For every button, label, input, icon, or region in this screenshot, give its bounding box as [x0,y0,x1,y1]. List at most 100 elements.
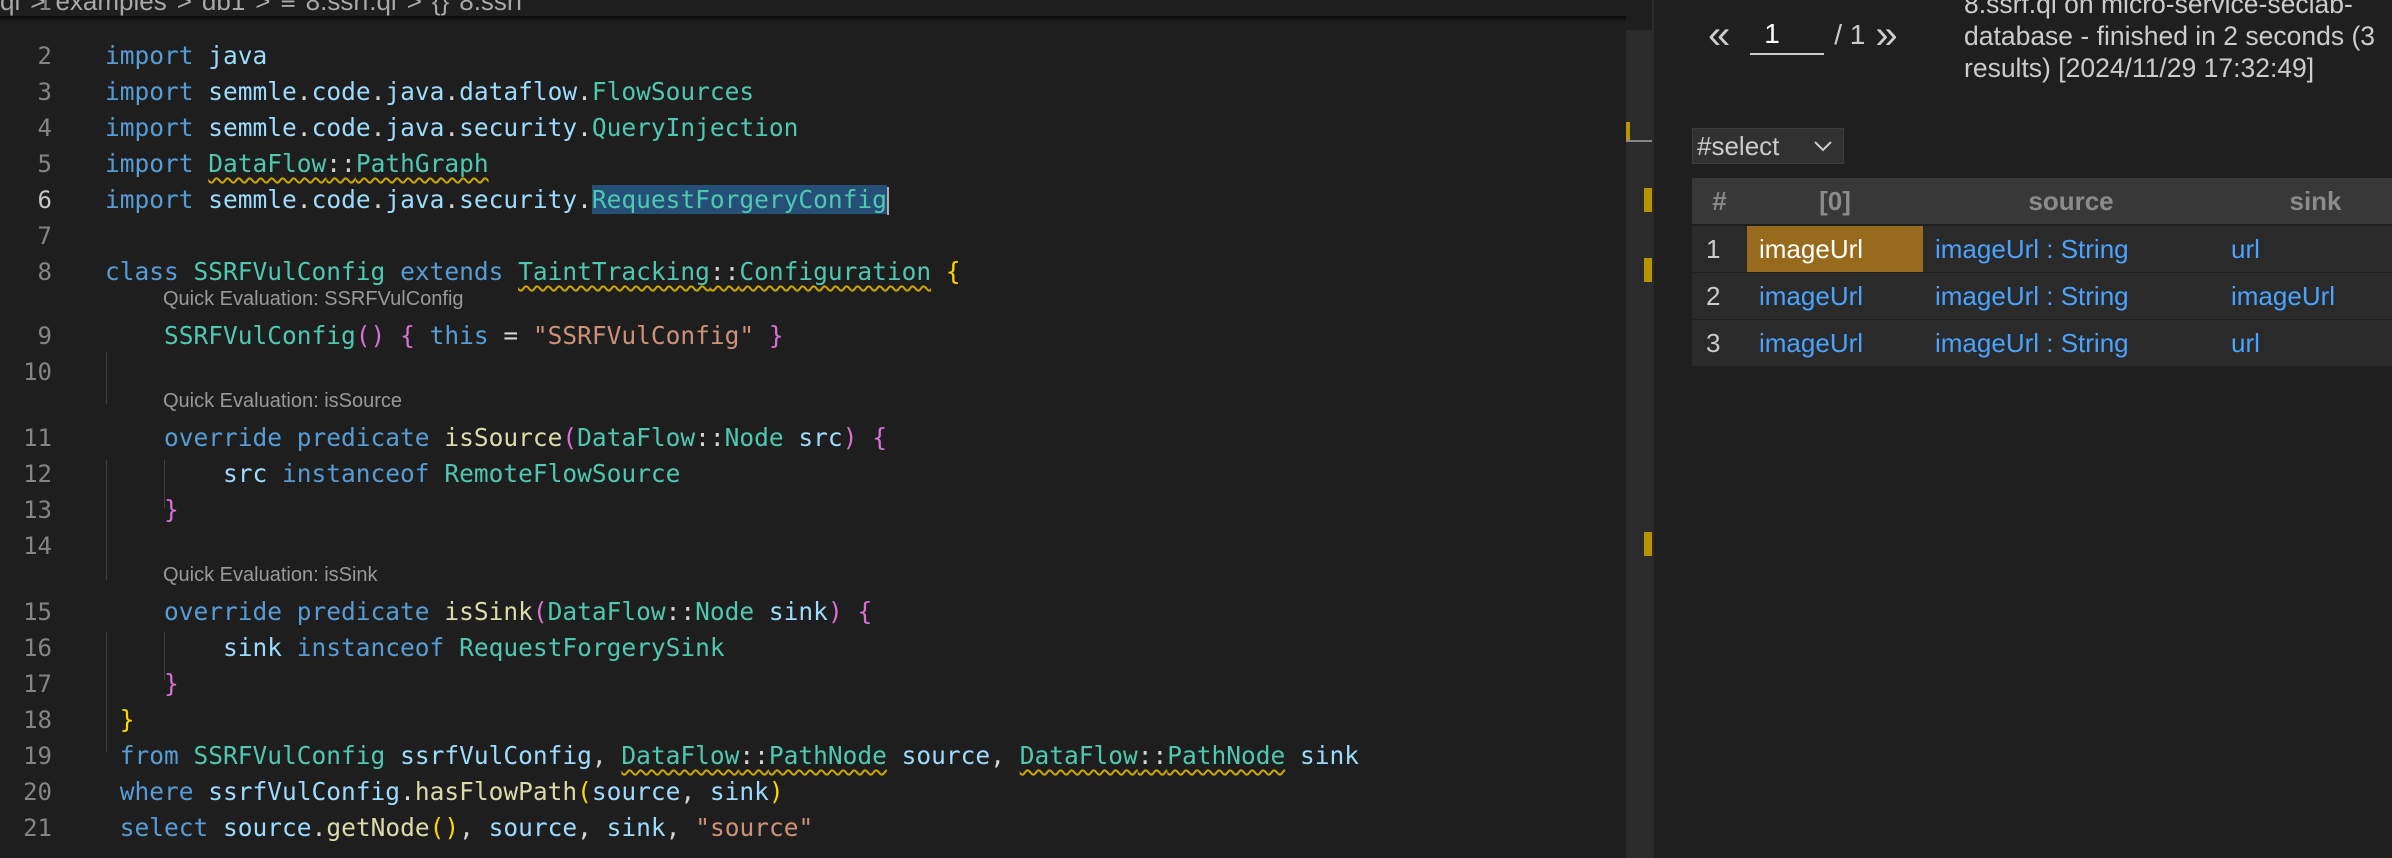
next-page-button[interactable]: » [1875,8,1897,62]
line-number: 2 [37,42,52,70]
code-token: . [370,113,386,142]
code-token: ( [562,423,578,452]
result-link-sink[interactable]: url [2219,225,2392,273]
breadcrumb-item[interactable]: {} [432,0,449,16]
table-row[interactable]: 3 imageUrl imageUrl : String url [1692,319,2392,367]
code-token: , [591,741,622,770]
query-results-panel: « / 1 » 8.ssrf.ql on micro-service-secla… [1654,0,2392,858]
code-token: "source" [695,813,814,842]
column-header-0[interactable]: [0] [1747,178,1923,226]
breadcrumb-item[interactable]: > [255,0,270,16]
code-token: . [444,185,460,214]
result-link-source[interactable]: imageUrl : String [1923,225,2219,273]
result-set-select[interactable]: #select [1692,128,1844,164]
code-token: . [400,777,415,806]
result-link-node[interactable]: imageUrl [1747,272,1923,320]
code-token: "SSRFVulConfig" [532,321,755,350]
code-token: from [119,741,179,770]
breadcrumb-item[interactable]: > [177,0,192,16]
code-token: sink [606,813,666,842]
code-line[interactable]: } [105,669,179,698]
code-line[interactable]: select source.getNode(), source, sink, "… [105,813,813,842]
line-number: 20 [23,778,52,806]
line-number: 21 [23,814,52,842]
pagination: « / 1 » [1708,8,1898,62]
code-token: instanceof [282,459,430,488]
code-line[interactable]: } [105,495,179,524]
code-token: java [385,77,445,106]
code-token: { [857,597,873,626]
code-token: class [105,257,179,286]
code-token: , [990,741,1020,770]
breadcrumb-item[interactable]: examples [55,0,166,16]
row-index: 2 [1692,272,1747,320]
column-header-sink[interactable]: sink [2219,178,2392,226]
code-line[interactable]: src instanceof RemoteFlowSource [105,459,680,488]
breadcrumb-item[interactable]: 8.ssrf [459,0,523,16]
code-token: DataFlow [577,423,696,452]
code-token: sink [768,597,828,626]
breadcrumb-item[interactable]: > [407,0,422,16]
code-token: PathNode [1167,741,1286,770]
code-line[interactable]: import DataFlow::PathGraph [105,149,489,178]
line-number: 7 [37,222,52,250]
code-line[interactable]: import semmle.code.java.security.Request… [105,185,889,215]
page-number-input[interactable] [1750,15,1825,55]
table-row[interactable]: 1 imageUrl imageUrl : String url [1692,225,2392,273]
result-link-sink[interactable]: url [2219,319,2392,367]
code-editor[interactable]: ql > examples > db1 > ≡ 8.ssrf.ql >{} 8.ssrf 1 2 im… [0,0,1626,858]
code-token: QueryInjection [591,113,799,142]
previous-page-button[interactable]: « [1708,8,1730,62]
code-token: DataFlow [1019,741,1138,770]
code-line[interactable]: import java [105,41,267,70]
code-line[interactable]: from SSRFVulConfig ssrfVulConfig, DataFl… [105,741,1359,770]
table-row[interactable]: 2 imageUrl imageUrl : String imageUrl [1692,272,2392,320]
column-header-index[interactable]: # [1692,178,1747,226]
table-header-row: # [0] source sink [1692,178,2392,226]
code-token: source [591,777,681,806]
line-number: 19 [23,742,52,770]
code-token: { [945,257,961,286]
codelens-quick-evaluation[interactable]: Quick Evaluation: isSink [163,564,378,587]
code-line[interactable]: class SSRFVulConfig extends TaintTrackin… [105,257,961,286]
code-line[interactable]: import semmle.code.java.security.QueryIn… [105,113,798,142]
result-link-source[interactable]: imageUrl : String [1923,319,2219,367]
column-header-source[interactable]: source [1923,178,2219,226]
result-link-source[interactable]: imageUrl : String [1923,272,2219,320]
results-table: # [0] source sink 1 imageUrl imageUrl : … [1692,178,2392,367]
breadcrumb-item[interactable]: db1 [202,0,245,16]
code-line[interactable]: SSRFVulConfig() { this = "SSRFVulConfig"… [105,321,784,350]
code-token: source [223,813,312,842]
code-line[interactable]: } [105,705,135,734]
line-number: 14 [23,532,52,560]
result-link-node[interactable]: imageUrl [1747,319,1923,367]
result-link-sink[interactable]: imageUrl [2219,272,2392,320]
code-line[interactable]: sink instanceof RequestForgerySink [105,633,725,662]
breadcrumb-item[interactable]: ≡ [280,0,295,16]
breadcrumb-item[interactable]: 8.ssrf.ql [306,0,397,16]
code-token: { [872,423,887,452]
overview-ruler-line [1626,140,1652,142]
codelens-quick-evaluation[interactable]: Quick Evaluation: SSRFVulConfig [163,288,464,311]
result-link-node[interactable]: imageUrl [1747,225,1923,273]
line-number: 8 [37,258,52,286]
code-token: . [444,113,460,142]
code-line[interactable]: override predicate isSink(DataFlow::Node… [105,597,872,626]
code-line[interactable]: override predicate isSource(DataFlow::No… [105,423,887,452]
editor-scrollbar[interactable] [1626,30,1652,858]
code-token: DataFlow [621,741,740,770]
code-line[interactable]: where ssrfVulConfig.hasFlowPath(source, … [105,777,784,806]
line-number: 1 [37,0,52,16]
code-token: . [577,185,592,214]
code-line[interactable]: import semmle.code.java.dataflow.FlowSou… [105,77,754,106]
codelens-quick-evaluation[interactable]: Quick Evaluation: isSource [163,390,402,413]
